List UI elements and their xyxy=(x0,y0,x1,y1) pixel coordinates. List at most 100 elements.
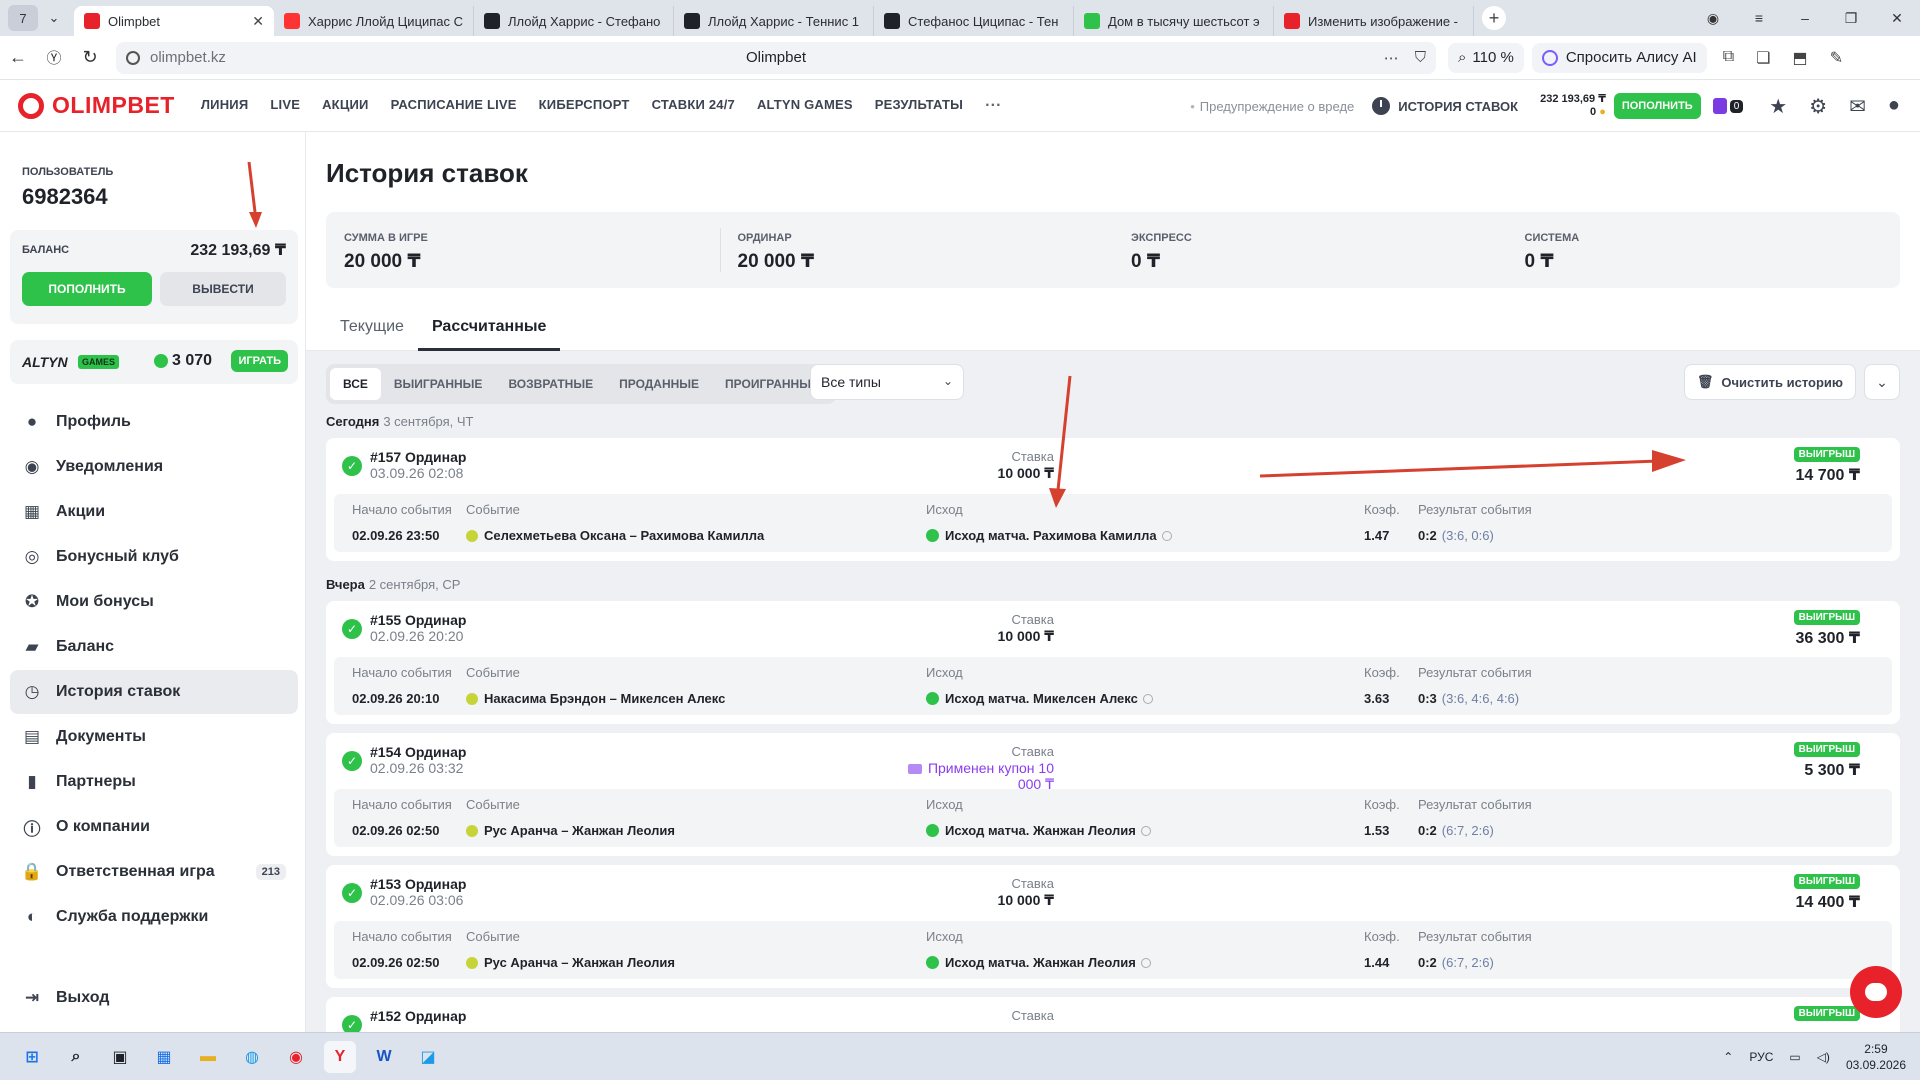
collapse-all-button[interactable]: ⌄ xyxy=(1864,364,1900,400)
deposit-button[interactable]: ПОПОЛНИТЬ xyxy=(22,272,152,306)
chrome-icon[interactable]: ◉ xyxy=(280,1041,312,1073)
search-icon[interactable]: ⌕ xyxy=(60,1041,92,1073)
tab-list-chevron-icon[interactable]: ⌄ xyxy=(42,5,66,31)
harm-warning-link[interactable]: Предупреждение о вреде xyxy=(1190,99,1355,114)
filter-button[interactable]: ВОЗВРАТНЫЕ xyxy=(495,368,606,400)
cashout-info-icon[interactable] xyxy=(1161,530,1172,541)
nav-link[interactable]: ЛИНИЯ xyxy=(201,97,249,115)
start-icon[interactable]: ⊞ xyxy=(16,1041,48,1073)
account-person-icon[interactable]: ● xyxy=(1888,94,1900,119)
play-button[interactable]: ИГРАТЬ xyxy=(231,350,288,372)
sidebar-item[interactable]: ▰ Баланс xyxy=(10,625,298,669)
collections-icon[interactable]: ❏ xyxy=(1756,48,1770,68)
bet-tab[interactable]: Рассчитанные xyxy=(417,304,561,351)
bet-card[interactable]: ✓ #155 Ординар 02.09.26 20:20 Ставка 10 000 … xyxy=(326,601,1900,724)
nav-link[interactable]: LIVE xyxy=(270,97,300,115)
withdraw-button[interactable]: ВЫВЕСТИ xyxy=(160,272,286,306)
url-field[interactable]: olimpbet.kz Olimpbet ⋯ ⛉ xyxy=(116,41,1436,74)
tab-close-icon[interactable]: ✕ xyxy=(252,13,264,30)
zoom-control[interactable]: ⌕ 110 % xyxy=(1448,42,1524,73)
filter-button[interactable]: ВЫИГРАННЫЕ xyxy=(381,368,496,400)
back-arrow-icon[interactable]: ← xyxy=(0,47,36,68)
header-balance[interactable]: 232 193,69 ₸ 0 ● xyxy=(1540,93,1606,119)
nav-link[interactable]: КИБЕРСПОРТ xyxy=(539,97,630,115)
downloads-icon[interactable]: ⬒ xyxy=(1792,48,1807,68)
header-deposit-button[interactable]: ПОПОЛНИТЬ xyxy=(1613,93,1701,119)
browser-tab[interactable]: Ллойд Харрис - Стефано xyxy=(474,6,674,36)
volume-icon[interactable]: ◁) xyxy=(1817,1050,1830,1064)
sidebar-item[interactable]: 🔒 Ответственная игра 213 xyxy=(10,850,298,894)
nav-link[interactable]: СТАВКИ 24/7 xyxy=(652,97,735,115)
close-window-icon[interactable]: ✕ xyxy=(1874,10,1920,27)
task-view-icon[interactable]: ▣ xyxy=(104,1041,136,1073)
store-icon[interactable]: ▦ xyxy=(148,1041,180,1073)
settings-gear-icon[interactable]: ⚙ xyxy=(1809,94,1827,119)
tab-title: Ллойд Харрис - Стефано xyxy=(508,13,661,29)
site-info-icon[interactable] xyxy=(126,50,140,65)
browser-tab[interactable]: Дом в тысячу шестьсот э xyxy=(1074,6,1274,36)
browser-tab[interactable]: Изменить изображение - xyxy=(1274,6,1474,36)
profile-icon[interactable]: ◉ xyxy=(1690,10,1736,27)
browser-tabstrip: 7 ⌄ Olimpbet ✕ Харрис Ллойд Циципас С Ллойд… xyxy=(0,0,1920,36)
minimize-icon[interactable]: – xyxy=(1782,10,1828,26)
filter-button[interactable]: ПРОДАННЫЕ xyxy=(606,368,712,400)
browser-tab[interactable]: Ллойд Харрис - Теннис 1 xyxy=(674,6,874,36)
sidebar-item[interactable]: ◷ История ставок xyxy=(10,670,298,714)
cashout-info-icon[interactable] xyxy=(1140,957,1151,968)
bet-card[interactable]: ✓ #157 Ординар 03.09.26 02:08 Ставка 10 000 … xyxy=(326,438,1900,561)
extensions-icon[interactable]: ⧉ xyxy=(1723,48,1734,68)
alice-button[interactable]: Спросить Алису AI xyxy=(1531,42,1707,73)
favorites-star-icon[interactable]: ★ xyxy=(1769,94,1787,119)
sidebar-item[interactable]: ◎ Бонусный клуб xyxy=(10,535,298,579)
nav-link[interactable]: РАСПИСАНИЕ LIVE xyxy=(391,97,517,115)
messages-icon[interactable]: ✉ xyxy=(1849,94,1866,119)
sidebar-icon[interactable]: ✎ xyxy=(1830,48,1843,68)
word-icon[interactable]: W xyxy=(368,1041,400,1073)
cashout-info-icon[interactable] xyxy=(1142,693,1153,704)
network-icon[interactable]: ▭ xyxy=(1789,1050,1800,1064)
tab-counter[interactable]: 7 xyxy=(8,5,38,31)
olimpbet-logo[interactable]: OLIMPBET xyxy=(18,92,175,119)
nav-link[interactable]: РЕЗУЛЬТАТЫ xyxy=(875,97,963,115)
bet-tab[interactable]: Текущие xyxy=(326,304,418,351)
sidebar-item[interactable]: ● Профиль xyxy=(10,400,298,444)
language-indicator[interactable]: РУС xyxy=(1749,1050,1773,1064)
sidebar-item[interactable]: ▮ Партнеры xyxy=(10,760,298,804)
bet-card[interactable]: ✓ #153 Ординар 02.09.26 03:06 Ставка 10 000 … xyxy=(326,865,1900,988)
sidebar-item[interactable]: ◉ Уведомления xyxy=(10,445,298,489)
new-tab-button[interactable]: + xyxy=(1482,6,1506,30)
sidebar-item[interactable]: ◐ Служба поддержки xyxy=(10,895,298,939)
edge-icon[interactable]: ◍ xyxy=(236,1041,268,1073)
bet-card[interactable]: ✓ #154 Ординар 02.09.26 03:32 Ставка Примене… xyxy=(326,733,1900,856)
clear-history-button[interactable]: 🗑 Очистить историю xyxy=(1683,364,1856,400)
cashout-info-icon[interactable] xyxy=(1140,825,1151,836)
nav-link[interactable]: АКЦИИ xyxy=(322,97,369,115)
nav-link[interactable]: ALTYN GAMES xyxy=(757,97,853,115)
maximize-icon[interactable]: ❐ xyxy=(1828,10,1874,27)
system-clock[interactable]: 2:59 03.09.2026 xyxy=(1846,1041,1906,1073)
explorer-icon[interactable]: ▬ xyxy=(192,1041,224,1073)
sidebar-item[interactable]: ⓘ О компании xyxy=(10,805,298,849)
logout-item[interactable]: ⇥ Выход xyxy=(10,976,298,1020)
bet-type-select[interactable]: Все типы ⌄ xyxy=(810,364,964,400)
browser-tab[interactable]: Харрис Ллойд Циципас С xyxy=(274,6,474,36)
sidebar-item-label: О компании xyxy=(56,818,150,835)
sidebar-item[interactable]: ▦ Акции xyxy=(10,490,298,534)
browser-tab[interactable]: Стефанос Циципас - Тен xyxy=(874,6,1074,36)
menu-icon[interactable]: ≡ xyxy=(1736,10,1782,26)
sidebar-item[interactable]: ✪ Мои бонусы xyxy=(10,580,298,624)
sidebar-item[interactable]: ▤ Документы xyxy=(10,715,298,759)
bonus-indicator[interactable]: 0 xyxy=(1712,98,1744,114)
bookmark-icon[interactable]: ⛉ xyxy=(1415,49,1426,67)
nav-more-icon[interactable]: ··· xyxy=(985,97,1002,115)
tray-chevron-icon[interactable]: ⌃ xyxy=(1723,1050,1733,1064)
browser-tab[interactable]: Olimpbet ✕ xyxy=(74,6,274,36)
support-chat-button[interactable] xyxy=(1850,966,1902,1018)
bet-history-link[interactable]: ИСТОРИЯ СТАВОК xyxy=(1372,97,1518,115)
paint-icon[interactable]: ◪ xyxy=(412,1041,444,1073)
filter-button[interactable]: ВСЕ xyxy=(330,368,381,400)
more-dots-icon[interactable]: ⋯ xyxy=(1384,49,1399,67)
yandex-browser-icon[interactable]: Y xyxy=(324,1040,356,1073)
yandex-icon[interactable]: Ⓨ xyxy=(36,47,72,68)
reload-icon[interactable]: ↻ xyxy=(72,47,108,68)
